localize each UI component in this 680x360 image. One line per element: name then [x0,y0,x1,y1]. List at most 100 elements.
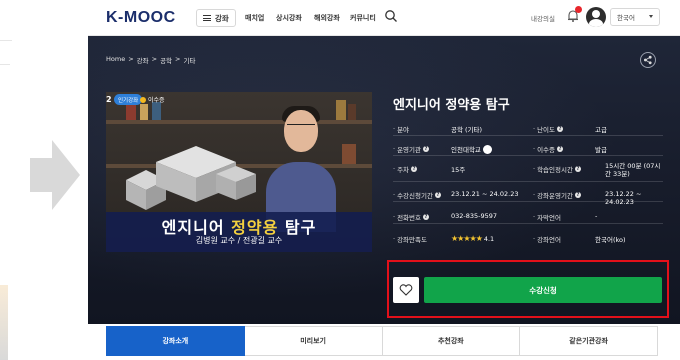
info-value-text: 23.12.21 ~ 24.02.23 [451,190,519,198]
language-select[interactable]: 한국어 [610,8,660,26]
help-icon[interactable]: ? [411,166,418,172]
info-row: · 주차? 15주 · 학습인정시간? 15시간 00분 (07시간 33분) [393,160,663,182]
instructor-glasses [287,124,315,130]
info-label: 학습인정시간 [537,166,573,174]
hamburger-icon [203,15,211,21]
breadcrumb-etc[interactable]: 기타 [184,55,196,65]
nav-item-always-open[interactable]: 상시강좌 [276,13,302,23]
language-select-value: 한국어 [617,14,635,22]
info-field: · 난이도? [533,124,564,134]
bullet: · [393,213,396,221]
page: K-MOOC 강좌 매치업 상시강좌 해외강좌 커뮤니티 내강의실 한국어 Ho… [0,0,680,360]
course-title: 엔지니어 정약용 탐구 [393,98,510,113]
book [140,104,148,120]
info-field: · 전화번호? [393,212,429,222]
info-label: 전화번호 [397,214,421,222]
enroll-button[interactable]: 수강신청 [424,277,662,303]
university-logo-icon[interactable] [482,144,492,154]
bullet: · [393,235,396,243]
book [336,100,346,120]
info-label: 수강신청기간 [397,192,433,200]
category-menu-label: 강좌 [215,13,229,23]
help-icon[interactable]: ? [557,126,564,132]
info-row: · 강좌만족도 ★★★★★ 4.1 · 강좌언어 한국어(ko) [393,230,663,246]
info-value: 15시간 00분 (07시간 33분) [605,162,665,178]
my-lecture-room-link[interactable]: 내강의실 [531,13,555,23]
info-value-text: 인천대학교 [451,146,481,154]
instructor-head [284,110,318,152]
rating: ★★★★★ 4.1 [451,234,494,243]
nav-item-matchup[interactable]: 매치업 [245,13,264,23]
info-field: · 강좌운영기간? [533,190,581,200]
info-label: 강좌만족도 [397,236,427,244]
bullet: · [393,125,396,133]
info-field: · 학습인정시간? [533,164,581,174]
avatar[interactable] [586,7,606,27]
info-value: 공학 (기타) [451,124,482,134]
info-value: 인천대학교 [451,144,492,154]
nav-item-overseas[interactable]: 해외강좌 [314,13,340,23]
info-value: 23.12.22 ~ 24.02.23 [605,190,663,206]
bookshelf [106,120,372,124]
bullet: · [533,191,536,199]
info-value: 고급 [595,124,607,134]
info-value: 15주 [451,164,465,174]
info-label: 자막언어 [537,214,561,222]
tab-same-institution[interactable]: 같은기관강좌 [520,326,658,356]
help-icon[interactable]: ? [423,214,429,220]
info-value: - [595,212,597,220]
kmooc-logo[interactable]: K-MOOC [106,9,176,27]
tab-course-intro[interactable]: 강좌소개 [106,326,245,356]
info-value-text: 고급 [595,126,607,134]
stone-blocks-illustration [126,146,256,210]
rating-value: 4.1 [483,234,495,243]
share-icon[interactable] [640,52,656,68]
help-icon[interactable]: ? [574,192,581,198]
wishlist-button[interactable] [393,277,419,303]
info-value-text: 15주 [451,166,466,174]
info-value-text: 발급 [595,146,607,154]
course-thumbnail[interactable]: 엔지니어 정약용 탐구 김병원 교수 / 전광길 교수 [106,92,372,252]
info-value: 032-835-9597 [451,212,497,220]
info-value-text: 032-835-9597 [451,212,498,220]
tab-preview[interactable]: 미리보기 [244,326,383,356]
breadcrumb-separator: > [175,55,181,63]
info-field: · 수강신청기간? [393,190,441,200]
bullet: · [533,235,536,243]
divider [0,40,12,41]
info-field: · 운영기관? [393,144,429,154]
category-menu-button[interactable]: 강좌 [196,9,236,27]
help-icon[interactable]: ? [434,192,441,198]
course-tabs: 강좌소개 미리보기 추천강좌 같은기관강좌 [106,326,658,356]
info-row: · 수강신청기간? 23.12.21 ~ 24.02.23 · 강좌운영기간? 23… [393,186,663,206]
info-value: 한국어(ko) [595,234,626,244]
info-value-text: 15시간 00분 (07시간 33분) [605,162,661,178]
tab-recommended[interactable]: 추천강좌 [382,326,521,356]
info-field: · 자막언어 [533,212,561,222]
breadcrumb-engineering[interactable]: 공학 [160,55,172,65]
breadcrumb-separator: > [151,55,158,63]
book [348,104,356,120]
info-value: 23.12.21 ~ 24.02.23 [451,190,518,198]
search-icon[interactable] [384,9,398,23]
help-icon[interactable]: ? [423,146,429,152]
breadcrumb-home[interactable]: Home [106,55,125,65]
bullet: · [533,165,536,173]
bullet: · [533,213,536,221]
top-navigation: K-MOOC 강좌 매치업 상시강좌 해외강좌 커뮤니티 내강의실 한국어 [88,0,680,36]
info-row: · 분야 공학 (기타) · 난이도? 고급 [393,120,663,136]
info-value-text: 한국어(ko) [595,236,626,244]
info-value: 발급 [595,144,607,154]
notification-badge [575,6,582,13]
heart-icon [399,284,413,296]
background-image [0,285,8,360]
info-field: · 강좌만족도 [393,234,427,244]
help-icon[interactable]: ? [557,146,564,152]
info-label: 난이도 [537,126,556,134]
thumbnail-instructors: 김병원 교수 / 전광길 교수 [195,236,283,245]
nav-item-community[interactable]: 커뮤니티 [350,13,376,23]
chevron-down-icon [649,15,653,18]
help-icon[interactable]: ? [574,166,581,172]
breadcrumb: Home > 강좌 > 공학 > 기타 [106,55,195,65]
breadcrumb-course[interactable]: 강좌 [137,55,149,65]
